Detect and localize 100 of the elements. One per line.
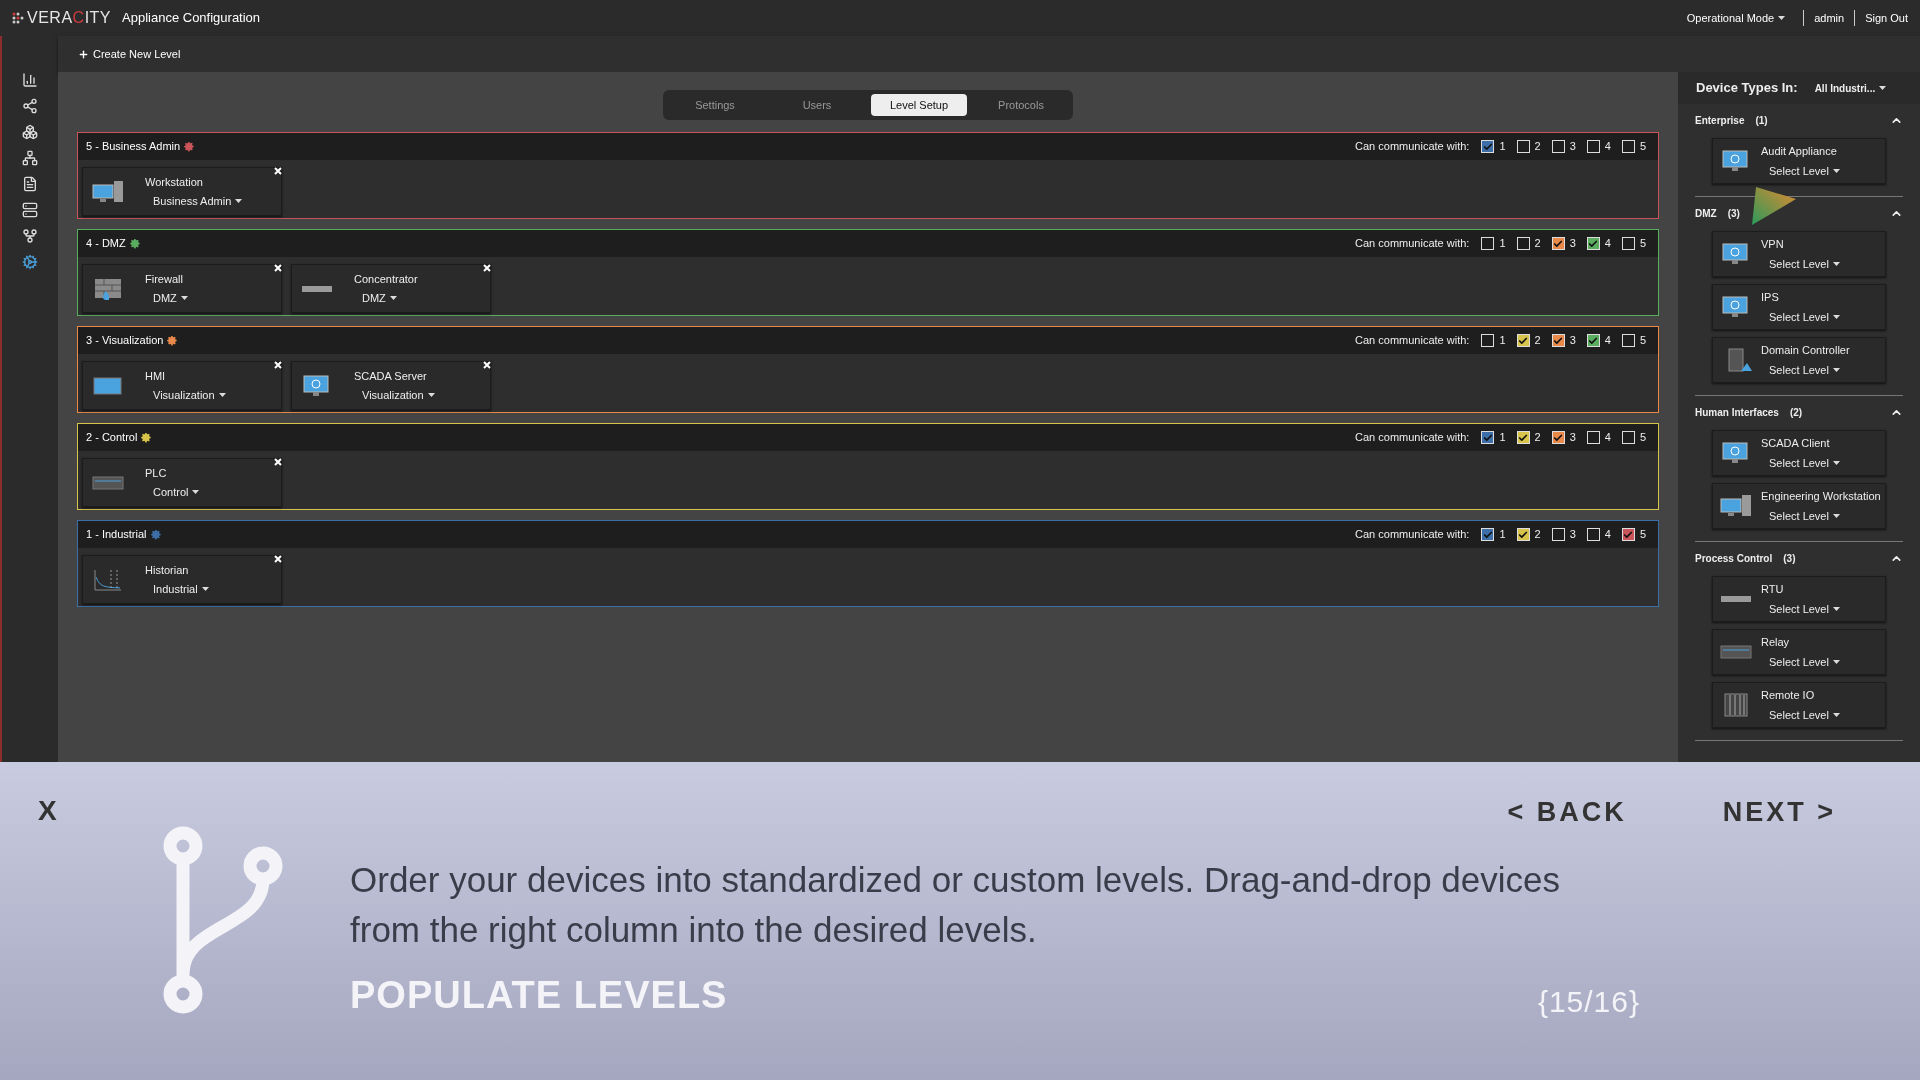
checkbox[interactable]: [1586, 431, 1600, 444]
checkbox[interactable]: [1516, 140, 1530, 153]
level-title: 2 - Control: [86, 430, 138, 446]
user-link[interactable]: admin: [1814, 9, 1845, 27]
checkbox[interactable]: [1481, 237, 1495, 250]
settings-icon[interactable]: [129, 238, 141, 249]
sign-out-link[interactable]: Sign Out: [1865, 9, 1908, 27]
check-icon: [1553, 335, 1564, 346]
device-name: Audit Appliance: [1761, 144, 1838, 159]
server-icon[interactable]: [22, 202, 38, 218]
level-dropdown[interactable]: Select Level: [1761, 255, 1840, 272]
settings-icon[interactable]: [167, 335, 179, 346]
close-icon[interactable]: [483, 264, 491, 272]
checkbox[interactable]: [1621, 528, 1635, 541]
level-dropdown[interactable]: Select Level: [1761, 653, 1840, 670]
checkbox[interactable]: [1551, 528, 1565, 541]
device-card[interactable]: VPN Select Level: [1712, 231, 1886, 277]
device-icon: [92, 475, 124, 490]
checkbox[interactable]: [1586, 334, 1600, 347]
document-icon[interactable]: [22, 176, 38, 192]
tab[interactable]: Users: [769, 94, 865, 116]
caret-icon: [201, 587, 209, 592]
close-icon[interactable]: [274, 555, 282, 563]
level-dropdown[interactable]: Control: [145, 484, 200, 501]
level-dropdown[interactable]: Select Level: [1761, 361, 1850, 378]
close-icon[interactable]: [483, 361, 491, 369]
checkbox[interactable]: [1481, 431, 1495, 444]
level-dropdown[interactable]: Select Level: [1761, 706, 1840, 723]
computer-icon: [1719, 493, 1753, 519]
close-icon[interactable]: [274, 361, 282, 369]
chart-icon[interactable]: [22, 72, 38, 88]
device-card[interactable]: SCADA Server Visualization: [291, 361, 491, 410]
checkbox[interactable]: [1516, 334, 1530, 347]
checkbox[interactable]: [1551, 237, 1565, 250]
checkbox[interactable]: [1481, 140, 1495, 153]
close-button[interactable]: X: [38, 790, 57, 832]
checkbox[interactable]: [1516, 528, 1530, 541]
level-dropdown[interactable]: Select Level: [1761, 162, 1840, 179]
device-card[interactable]: Historian Industrial: [82, 555, 282, 604]
device-card[interactable]: Engineering Workstation Select Level: [1712, 483, 1886, 529]
create-level-button[interactable]: Create New Level: [78, 45, 181, 63]
settings-icon[interactable]: [184, 141, 196, 152]
share-icon[interactable]: [22, 98, 38, 114]
mode-dropdown[interactable]: Operational Mode: [1686, 9, 1786, 27]
checkbox[interactable]: [1481, 334, 1495, 347]
tab[interactable]: Settings: [667, 94, 763, 116]
group-count: (1): [1755, 114, 1768, 128]
filter-dropdown[interactable]: All Industri...: [1814, 80, 1887, 96]
settings-icon[interactable]: [141, 432, 153, 443]
level-dropdown[interactable]: Business Admin: [145, 193, 243, 210]
tab[interactable]: Protocols: [973, 94, 1069, 116]
device-card[interactable]: Concentrator DMZ: [291, 264, 491, 313]
checkbox[interactable]: [1481, 528, 1495, 541]
checkbox[interactable]: [1551, 334, 1565, 347]
back-button[interactable]: < BACK: [1507, 792, 1627, 833]
checkbox[interactable]: [1551, 140, 1565, 153]
level-dropdown[interactable]: Industrial: [145, 581, 209, 598]
checkbox[interactable]: [1516, 431, 1530, 444]
device-card[interactable]: Domain Controller Select Level: [1712, 337, 1886, 383]
level-dropdown[interactable]: Select Level: [1761, 308, 1840, 325]
device-card[interactable]: Audit Appliance Select Level: [1712, 138, 1886, 184]
device-card[interactable]: Remote IO Select Level: [1712, 682, 1886, 728]
cubes-icon[interactable]: [22, 124, 38, 140]
level-dropdown[interactable]: Select Level: [1761, 454, 1840, 471]
device-card[interactable]: HMI Visualization: [82, 361, 282, 410]
checkbox[interactable]: [1586, 237, 1600, 250]
level-dropdown[interactable]: DMZ: [354, 290, 418, 307]
level-dropdown[interactable]: DMZ: [145, 290, 188, 307]
checkbox[interactable]: [1621, 431, 1635, 444]
device-card[interactable]: SCADA Client Select Level: [1712, 430, 1886, 476]
caret-icon: [1832, 606, 1840, 611]
checkbox[interactable]: [1516, 237, 1530, 250]
close-icon[interactable]: [274, 167, 282, 175]
checkbox-label: 2: [1534, 236, 1541, 252]
tab[interactable]: Level Setup: [871, 94, 967, 116]
hierarchy-icon[interactable]: [22, 150, 38, 166]
level-dropdown[interactable]: Visualization: [145, 387, 226, 404]
level-dropdown[interactable]: Select Level: [1761, 507, 1881, 524]
level-dropdown[interactable]: Select Level: [1761, 600, 1840, 617]
device-card[interactable]: PLC Control: [82, 458, 282, 507]
checkbox[interactable]: [1621, 237, 1635, 250]
device-card[interactable]: Relay Select Level: [1712, 629, 1886, 675]
settings-icon[interactable]: [22, 254, 38, 270]
device-card[interactable]: IPS Select Level: [1712, 284, 1886, 330]
close-icon[interactable]: [274, 264, 282, 272]
close-icon[interactable]: [274, 458, 282, 466]
checkbox[interactable]: [1621, 334, 1635, 347]
checkbox[interactable]: [1551, 431, 1565, 444]
checkbox[interactable]: [1586, 140, 1600, 153]
device-card[interactable]: Firewall DMZ: [82, 264, 282, 313]
fork-icon[interactable]: [22, 228, 38, 244]
level-dropdown[interactable]: Visualization: [354, 387, 435, 404]
checkbox[interactable]: [1586, 528, 1600, 541]
device-icon: [302, 285, 332, 292]
checkbox-label: 1: [1499, 430, 1506, 446]
checkbox[interactable]: [1621, 140, 1635, 153]
device-card[interactable]: Workstation Business Admin: [82, 167, 282, 216]
caret-icon: [389, 296, 397, 301]
device-card[interactable]: RTU Select Level: [1712, 576, 1886, 622]
next-button[interactable]: NEXT >: [1722, 792, 1836, 833]
